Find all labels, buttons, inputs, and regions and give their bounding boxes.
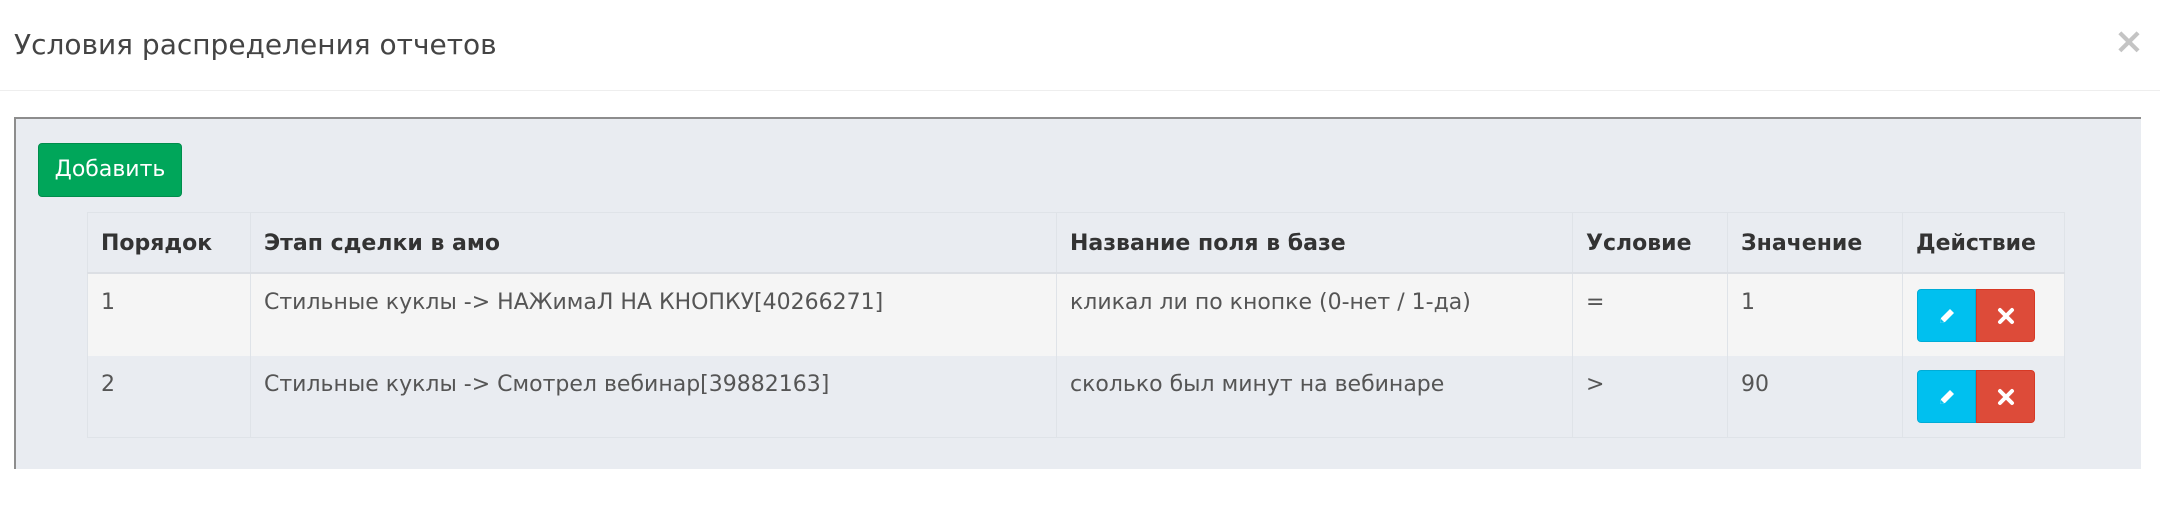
pencil-icon [1940, 309, 1954, 323]
header-stage[interactable]: Этап сделки в амо [250, 213, 1056, 272]
header-order[interactable]: Порядок [87, 213, 250, 272]
header-value[interactable]: Значение [1727, 213, 1902, 272]
cell-value: 1 [1727, 274, 1902, 356]
times-icon [1998, 308, 2014, 324]
modal-title: Условия распределения отчетов [14, 28, 497, 61]
close-button[interactable]: × [2111, 22, 2147, 62]
cell-stage: Стильные куклы -> НАЖимаЛ НА КНОПКУ[4026… [250, 274, 1056, 356]
table-header-row: Порядок Этап сделки в амо Название поля … [87, 212, 2065, 274]
cell-value: 90 [1727, 356, 1902, 437]
header-action: Действие [1902, 213, 2065, 272]
delete-button[interactable] [1976, 370, 2035, 423]
table-row: 2 Стильные куклы -> Смотрел вебинар[3988… [87, 356, 2065, 438]
cell-condition: = [1572, 274, 1727, 356]
cell-field: сколько был минут на вебинаре [1056, 356, 1572, 437]
pencil-icon [1940, 390, 1954, 404]
cell-order: 1 [87, 274, 250, 356]
add-button[interactable]: Добавить [38, 143, 182, 197]
table-row: 1 Стильные куклы -> НАЖимаЛ НА КНОПКУ[40… [87, 274, 2065, 356]
header-field[interactable]: Название поля в базе [1056, 213, 1572, 272]
edit-button[interactable] [1917, 289, 1976, 342]
delete-button[interactable] [1976, 289, 2035, 342]
times-icon [1998, 389, 2014, 405]
cell-order: 2 [87, 356, 250, 437]
edit-button[interactable] [1917, 370, 1976, 423]
cell-condition: > [1572, 356, 1727, 437]
cell-field: кликал ли по кнопке (0-нет / 1-да) [1056, 274, 1572, 356]
cell-stage: Стильные куклы -> Смотрел вебинар[398821… [250, 356, 1056, 437]
modal-header: Условия распределения отчетов × [0, 0, 2160, 91]
header-condition[interactable]: Условие [1572, 213, 1727, 272]
